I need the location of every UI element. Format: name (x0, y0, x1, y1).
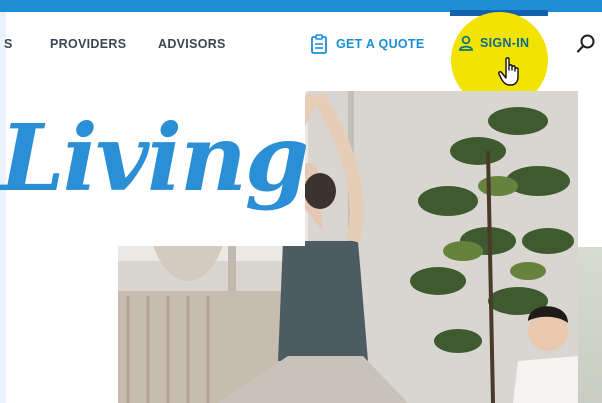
user-icon (459, 35, 473, 51)
sign-in-label: SIGN-IN (480, 36, 530, 50)
hero-script-word: Living (0, 104, 309, 212)
hand-pointer-icon (498, 57, 519, 86)
photo-gap-right (578, 91, 602, 247)
nav-item-advisors[interactable]: ADVISORS (158, 37, 226, 51)
clipboard-icon (311, 34, 327, 54)
nav-item-clipped[interactable]: S (4, 37, 13, 51)
search-icon[interactable] (575, 33, 597, 55)
sign-in-link[interactable]: SIGN-IN (458, 35, 529, 51)
nav-item-providers[interactable]: PROVIDERS (50, 37, 126, 51)
photo-edge-right (578, 247, 602, 403)
get-a-quote-label: GET A QUOTE (336, 37, 425, 51)
get-a-quote-link[interactable]: GET A QUOTE (310, 34, 425, 54)
